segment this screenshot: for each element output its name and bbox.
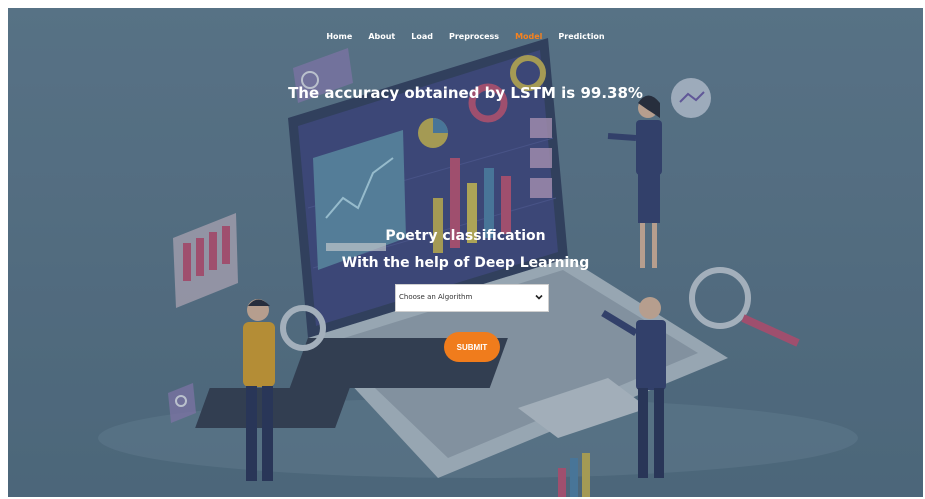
submit-button[interactable]: SUBMIT: [444, 332, 500, 362]
algorithm-select[interactable]: Choose an Algorithm: [395, 284, 549, 312]
nav-load[interactable]: Load: [403, 32, 441, 41]
nav-prediction[interactable]: Prediction: [550, 32, 612, 41]
nav-about[interactable]: About: [360, 32, 403, 41]
page-frame: Home About Load Preprocess Model Predict…: [8, 8, 923, 497]
chevron-down-icon: [535, 294, 543, 300]
page-subheading: With the help of Deep Learning: [341, 255, 590, 271]
algorithm-select-value: Choose an Algorithm: [399, 293, 473, 301]
page-heading: Poetry classification: [385, 228, 546, 244]
nav-preprocess[interactable]: Preprocess: [441, 32, 507, 41]
dark-overlay: [8, 8, 923, 497]
nav-home[interactable]: Home: [318, 32, 360, 41]
accuracy-message: The accuracy obtained by LSTM is 99.38%: [288, 84, 643, 102]
top-nav: Home About Load Preprocess Model Predict…: [8, 32, 923, 41]
nav-model[interactable]: Model: [507, 32, 550, 41]
